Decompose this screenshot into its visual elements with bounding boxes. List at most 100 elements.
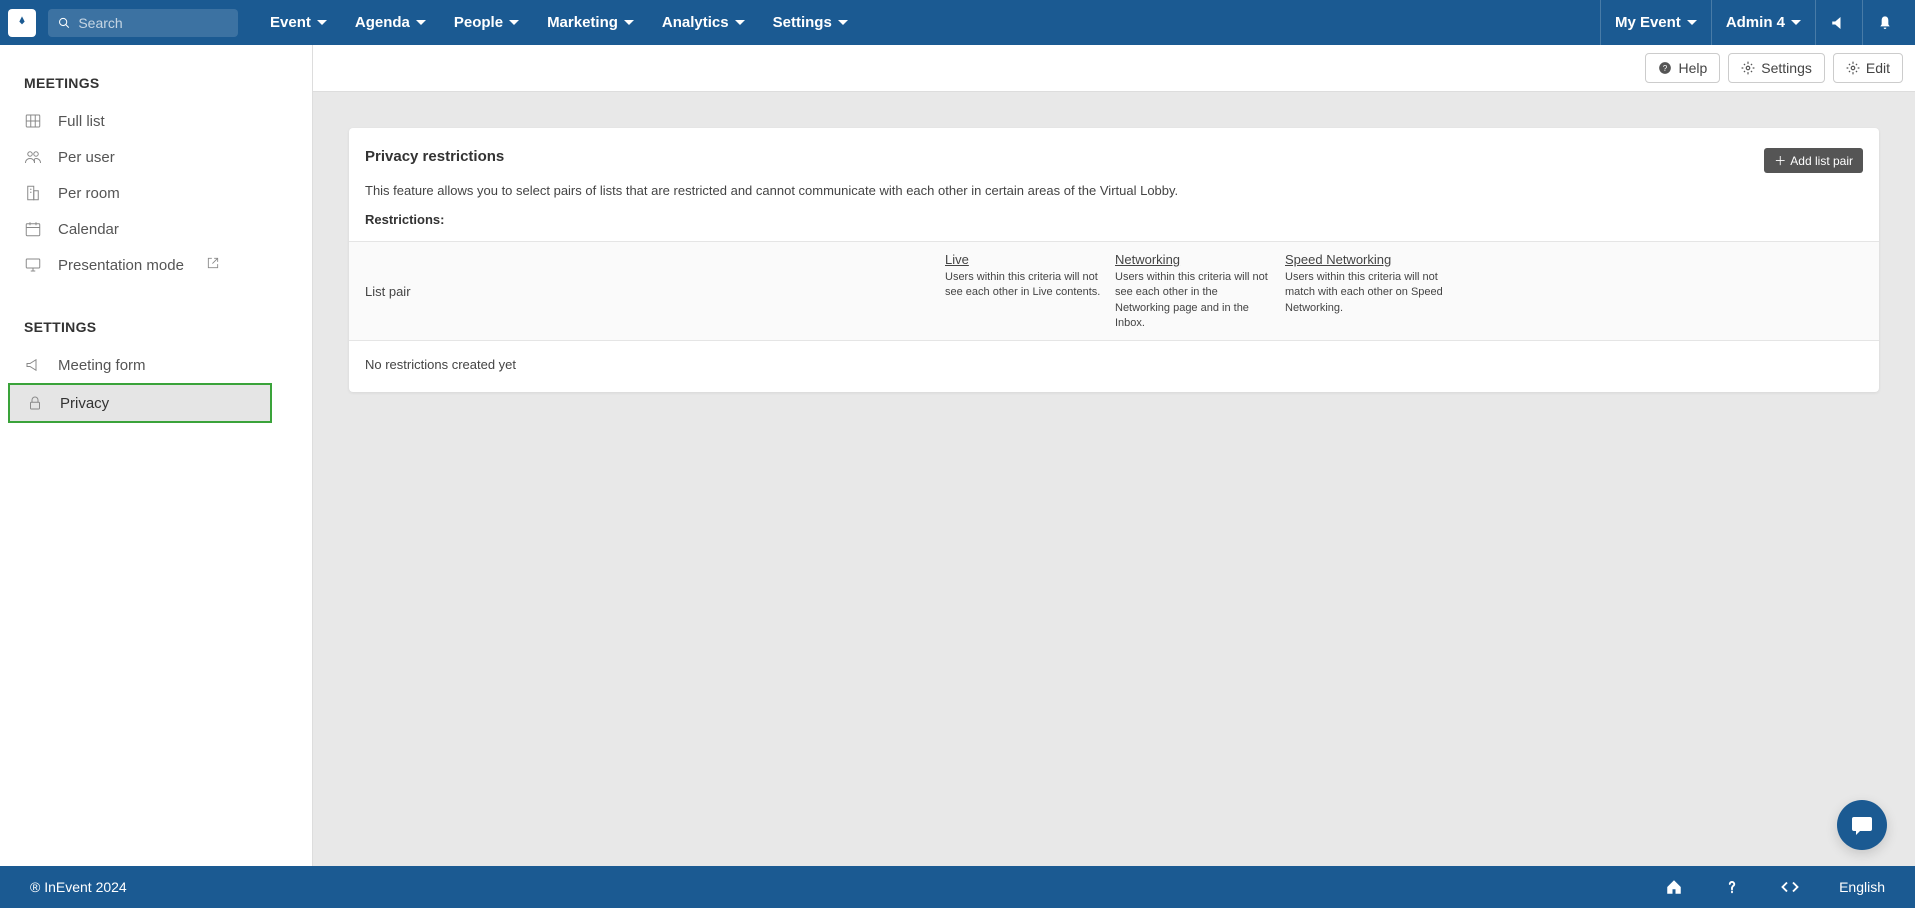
col-desc: Users within this criteria will not see … xyxy=(1115,271,1268,329)
sidebar-item-presentation[interactable]: Presentation mode xyxy=(0,247,304,283)
col-networking: Networking Users within this criteria wi… xyxy=(1115,252,1285,330)
col-title: Networking xyxy=(1115,252,1273,267)
nav-menu: Event Agenda People Marketing Analytics … xyxy=(258,3,860,42)
sidebar-item-label: Presentation mode xyxy=(58,257,184,274)
add-list-pair-button[interactable]: ＋ Add list pair xyxy=(1764,148,1863,173)
panel-description: This feature allows you to select pairs … xyxy=(349,173,1879,202)
col-speed-networking: Speed Networking Users within this crite… xyxy=(1285,252,1455,330)
nav-label: Event xyxy=(270,14,311,31)
empty-state: No restrictions created yet xyxy=(349,341,1879,392)
footer-code[interactable] xyxy=(1781,878,1799,896)
monitor-icon xyxy=(24,256,42,274)
nav-agenda[interactable]: Agenda xyxy=(343,3,438,42)
megaphone-icon xyxy=(1830,14,1848,32)
nav-label: Settings xyxy=(773,14,832,31)
nav-label: Analytics xyxy=(662,14,729,31)
nav-my-event[interactable]: My Event xyxy=(1600,0,1711,45)
footer: ® InEvent 2024 English xyxy=(0,866,1915,908)
nav-right: My Event Admin 4 xyxy=(1600,0,1907,45)
gear-icon xyxy=(1741,61,1755,75)
nav-settings[interactable]: Settings xyxy=(761,3,860,42)
sidebar-item-per-room[interactable]: Per room xyxy=(0,175,304,211)
col-desc: Users within this criteria will not matc… xyxy=(1285,271,1443,314)
chevron-down-icon xyxy=(1687,20,1697,25)
logo-icon xyxy=(14,15,30,31)
grid-icon xyxy=(24,112,42,130)
notification-button[interactable] xyxy=(1862,0,1907,45)
gear-icon xyxy=(1846,61,1860,75)
sidebar-item-label: Meeting form xyxy=(58,357,146,374)
sidebar-section-meetings: MEETINGS xyxy=(0,75,312,103)
sidebar-item-per-user[interactable]: Per user xyxy=(0,139,304,175)
chevron-down-icon xyxy=(1791,20,1801,25)
col-title: Speed Networking xyxy=(1285,252,1443,267)
top-navigation: Event Agenda People Marketing Analytics … xyxy=(0,0,1915,45)
nav-analytics[interactable]: Analytics xyxy=(650,3,757,42)
chevron-down-icon xyxy=(317,20,327,25)
bell-icon xyxy=(1877,15,1893,31)
restrictions-table-header: List pair Live Users within this criteri… xyxy=(349,241,1879,341)
nav-label: Admin 4 xyxy=(1726,14,1785,31)
footer-home[interactable] xyxy=(1665,878,1683,896)
help-icon: ? xyxy=(1658,61,1672,75)
action-bar: ? Help Settings Edit xyxy=(313,45,1915,92)
chevron-down-icon xyxy=(509,20,519,25)
logo[interactable] xyxy=(8,9,36,37)
nav-label: People xyxy=(454,14,503,31)
nav-event[interactable]: Event xyxy=(258,3,339,42)
footer-help[interactable] xyxy=(1723,878,1741,896)
chat-icon xyxy=(1850,813,1874,837)
button-label: Add list pair xyxy=(1790,154,1853,168)
button-label: Settings xyxy=(1761,60,1812,76)
main-content: ? Help Settings Edit Privacy restriction… xyxy=(313,45,1915,866)
search-input[interactable] xyxy=(78,15,228,31)
code-icon xyxy=(1781,878,1799,896)
chevron-down-icon xyxy=(624,20,634,25)
sidebar-section-settings: SETTINGS xyxy=(0,319,312,347)
nav-label: Marketing xyxy=(547,14,618,31)
sidebar-item-meeting-form[interactable]: Meeting form xyxy=(0,347,304,383)
calendar-icon xyxy=(24,220,42,238)
chat-widget[interactable] xyxy=(1837,800,1887,850)
sidebar-item-label: Per room xyxy=(58,185,120,202)
nav-admin[interactable]: Admin 4 xyxy=(1711,0,1815,45)
panel-title: Privacy restrictions xyxy=(365,148,504,165)
megaphone-icon xyxy=(24,356,42,374)
external-link-icon xyxy=(206,256,220,274)
settings-button[interactable]: Settings xyxy=(1728,53,1825,83)
search-icon xyxy=(58,16,70,30)
sidebar-item-label: Per user xyxy=(58,149,115,166)
chevron-down-icon xyxy=(416,20,426,25)
footer-copyright: ® InEvent 2024 xyxy=(30,879,127,895)
nav-marketing[interactable]: Marketing xyxy=(535,3,646,42)
sidebar-item-label: Privacy xyxy=(60,395,109,412)
privacy-panel: Privacy restrictions ＋ Add list pair Thi… xyxy=(349,128,1879,392)
search-box[interactable] xyxy=(48,9,238,37)
users-icon xyxy=(24,148,42,166)
sidebar-item-label: Calendar xyxy=(58,221,119,238)
panel-subtitle: Restrictions: xyxy=(349,202,1879,241)
chevron-down-icon xyxy=(838,20,848,25)
col-desc: Users within this criteria will not see … xyxy=(945,271,1100,298)
announcement-button[interactable] xyxy=(1815,0,1862,45)
sidebar: MEETINGS Full list Per user Per room Cal… xyxy=(0,45,313,866)
nav-label: My Event xyxy=(1615,14,1681,31)
sidebar-item-calendar[interactable]: Calendar xyxy=(0,211,304,247)
sidebar-item-label: Full list xyxy=(58,113,105,130)
lock-icon xyxy=(26,394,44,412)
edit-button[interactable]: Edit xyxy=(1833,53,1903,83)
col-title: Live xyxy=(945,252,1103,267)
col-list-pair: List pair xyxy=(365,252,945,330)
building-icon xyxy=(24,184,42,202)
footer-language[interactable]: English xyxy=(1839,879,1885,895)
svg-text:?: ? xyxy=(1663,64,1668,73)
sidebar-item-full-list[interactable]: Full list xyxy=(0,103,304,139)
col-live: Live Users within this criteria will not… xyxy=(945,252,1115,330)
button-label: Edit xyxy=(1866,60,1890,76)
sidebar-item-privacy[interactable]: Privacy xyxy=(8,383,272,423)
help-button[interactable]: ? Help xyxy=(1645,53,1720,83)
nav-people[interactable]: People xyxy=(442,3,531,42)
nav-label: Agenda xyxy=(355,14,410,31)
chevron-down-icon xyxy=(735,20,745,25)
button-label: Help xyxy=(1678,60,1707,76)
